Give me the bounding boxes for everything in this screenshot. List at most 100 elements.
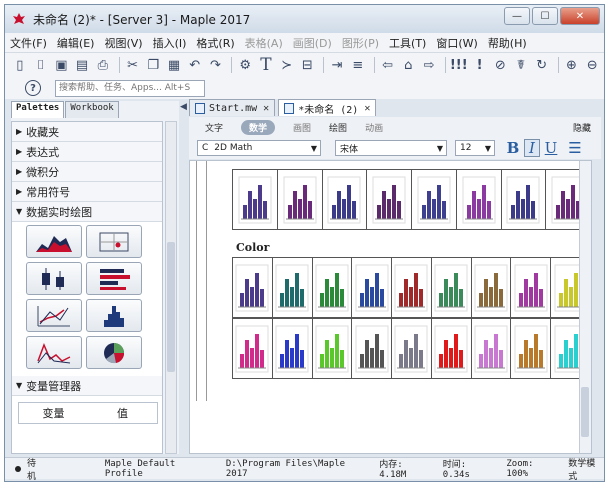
tab-untitled-2[interactable]: *未命名 (2) ✕: [278, 99, 377, 116]
close-button[interactable]: ✕: [560, 7, 600, 25]
menu-view[interactable]: 视图(V): [99, 35, 147, 51]
cut-icon[interactable]: ✂: [124, 56, 142, 74]
save-as-icon[interactable]: ▤: [73, 56, 91, 74]
tab-workbook[interactable]: Workbook: [65, 101, 119, 118]
debug-icon[interactable]: ☤: [512, 56, 530, 74]
font-select[interactable]: 宋体 ▼: [335, 140, 447, 156]
plot-cell[interactable]: [232, 169, 278, 230]
plot-cell[interactable]: [351, 257, 393, 318]
plot-cell[interactable]: [510, 257, 552, 318]
close-tab-icon[interactable]: ✕: [364, 103, 370, 114]
paste-icon[interactable]: ▦: [165, 56, 183, 74]
text-icon[interactable]: T: [257, 55, 275, 75]
mode-math[interactable]: 数学: [241, 119, 276, 135]
plot-cell[interactable]: [470, 318, 512, 379]
plot-cell[interactable]: [311, 318, 353, 379]
plot-cell[interactable]: [411, 169, 457, 230]
plot-cell[interactable]: [391, 257, 432, 318]
menu-format[interactable]: 格式(R): [191, 35, 239, 51]
menu-insert[interactable]: 插入(I): [148, 35, 192, 51]
font-size-select[interactable]: 12 ▼: [455, 140, 495, 156]
plot-cell[interactable]: [311, 257, 353, 318]
zoom-out-icon[interactable]: ⊖: [583, 56, 601, 74]
stop-icon[interactable]: ⊘: [491, 56, 509, 74]
area-plot-button[interactable]: [26, 225, 82, 258]
column-variable[interactable]: 变量: [19, 403, 88, 423]
mode-plot[interactable]: 绘图: [329, 121, 347, 134]
palette-expression[interactable]: ▶ 表达式: [12, 142, 162, 162]
palette-calculus[interactable]: ▶ 微积分: [12, 162, 162, 182]
plot-cell[interactable]: [271, 318, 313, 379]
plot-cell[interactable]: [510, 318, 552, 379]
mode-drawing[interactable]: 画图: [293, 121, 311, 134]
plot-cell[interactable]: [276, 169, 323, 230]
math-icon[interactable]: ⚙: [236, 56, 254, 74]
plot-cell[interactable]: [366, 169, 412, 230]
align-icon[interactable]: ☰: [567, 139, 583, 157]
plot-cell[interactable]: [232, 257, 273, 318]
redo-icon[interactable]: ↷: [207, 56, 225, 74]
forward-icon[interactable]: ⇨: [420, 56, 438, 74]
plot-cell[interactable]: [391, 318, 432, 379]
home-icon[interactable]: ⌂: [399, 56, 417, 74]
close-tab-icon[interactable]: ✕: [263, 103, 269, 114]
menu-table[interactable]: 表格(A): [240, 35, 288, 51]
line-plot-button[interactable]: [26, 299, 82, 332]
hide-button[interactable]: 隐藏: [573, 121, 591, 134]
plot-cell[interactable]: [430, 257, 472, 318]
copy-icon[interactable]: ❐: [144, 56, 162, 74]
print-icon[interactable]: ⎙: [94, 56, 112, 74]
execute-all-icon[interactable]: !!!: [450, 56, 468, 74]
restart-icon[interactable]: ↻: [533, 56, 551, 74]
style-select[interactable]: C 2D Math ▼: [197, 140, 321, 156]
underline-button[interactable]: U: [543, 139, 559, 157]
palette-data-plots[interactable]: ▼ 数据实时绘图: [12, 202, 162, 222]
histogram-button[interactable]: [86, 299, 142, 332]
collapse-panel-icon[interactable]: ◀: [180, 102, 187, 112]
plot-cell[interactable]: [455, 169, 502, 230]
zoom-in-icon[interactable]: ⊕: [563, 56, 581, 74]
italic-button[interactable]: I: [524, 139, 540, 157]
undo-icon[interactable]: ↶: [186, 56, 204, 74]
menu-edit[interactable]: 编辑(E): [52, 35, 100, 51]
plot-cell[interactable]: [351, 318, 393, 379]
plot-cell[interactable]: [271, 257, 313, 318]
pie-chart-button[interactable]: [86, 336, 142, 369]
menu-window[interactable]: 窗口(W): [431, 35, 482, 51]
mode-text[interactable]: 文字: [205, 121, 223, 134]
point-plot-button[interactable]: [86, 225, 142, 258]
help-icon[interactable]: ?: [25, 80, 41, 96]
document-area[interactable]: Color: [189, 160, 592, 454]
menu-tools[interactable]: 工具(T): [384, 35, 431, 51]
bar-plot-button[interactable]: [86, 262, 142, 295]
menu-drawing[interactable]: 画图(D): [288, 35, 337, 51]
maximize-button[interactable]: ☐: [532, 7, 558, 25]
section-bracket[interactable]: [196, 161, 202, 401]
tab-palettes[interactable]: Palettes: [11, 101, 65, 118]
column-value[interactable]: 值: [88, 403, 157, 423]
group-bracket[interactable]: [206, 161, 212, 401]
mode-animation[interactable]: 动画: [365, 121, 383, 134]
save-icon[interactable]: ▣: [52, 56, 70, 74]
table-icon[interactable]: ⊟: [299, 56, 317, 74]
palette-common-symbols[interactable]: ▶ 常用符号: [12, 182, 162, 202]
spike-plot-button[interactable]: [26, 336, 82, 369]
document-scrollbar[interactable]: [579, 161, 591, 453]
menu-plot[interactable]: 图形(P): [337, 35, 384, 51]
outdent-icon[interactable]: ≡: [349, 56, 367, 74]
plot-cell[interactable]: [470, 257, 512, 318]
plot-cell[interactable]: [500, 169, 547, 230]
variable-manager-header[interactable]: ▼ 变量管理器: [12, 376, 162, 396]
new-document-icon[interactable]: ▯: [11, 56, 29, 74]
open-icon[interactable]: ⌷: [32, 56, 50, 74]
box-plot-button[interactable]: [26, 262, 82, 295]
arrow-icon[interactable]: ≻: [278, 56, 296, 74]
plot-cell[interactable]: [232, 318, 273, 379]
menu-help[interactable]: 帮助(H): [483, 35, 532, 51]
palette-scrollbar[interactable]: [165, 121, 177, 454]
palette-favorites[interactable]: ▶ 收藏夹: [12, 122, 162, 142]
plot-cell[interactable]: [321, 169, 368, 230]
plot-cell[interactable]: [430, 318, 472, 379]
tab-start-mw[interactable]: Start.mw ✕: [189, 99, 276, 116]
menu-file[interactable]: 文件(F): [5, 35, 52, 51]
